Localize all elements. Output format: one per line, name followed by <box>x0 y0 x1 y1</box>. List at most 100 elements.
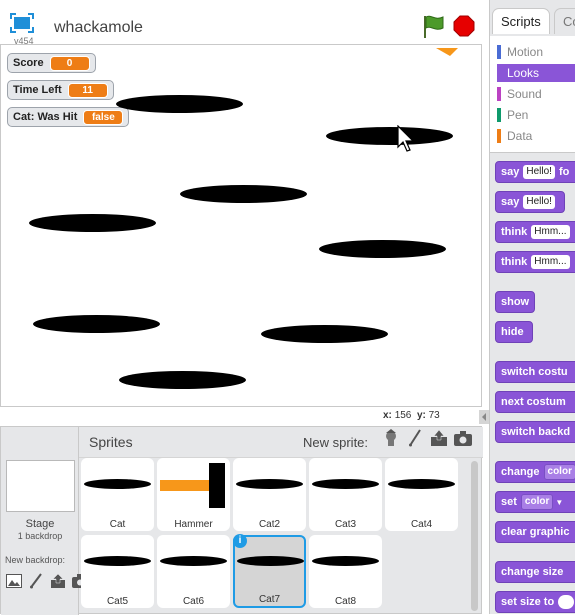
mole-hole-sprite[interactable] <box>29 214 156 232</box>
mouse-pointer-icon <box>397 124 415 156</box>
green-flag-icon[interactable] <box>421 14 445 40</box>
mole-hole-sprite[interactable] <box>116 95 243 113</box>
sprites-header: Sprites New sprite: <box>79 427 483 458</box>
sprite-thumbnail <box>160 556 227 566</box>
block-switch-costume[interactable]: switch costu <box>495 361 575 383</box>
block-set-size[interactable]: set size to <box>495 591 575 613</box>
info-icon[interactable]: i <box>233 534 247 548</box>
sprite-tile-cat2[interactable]: Cat2 <box>233 458 306 531</box>
effect-dropdown[interactable]: color <box>520 494 554 510</box>
stage-thumbnail[interactable] <box>6 460 75 512</box>
block-next-costume[interactable]: next costum <box>495 391 575 413</box>
block-label: fo <box>558 166 570 178</box>
upload-icon[interactable] <box>49 572 67 590</box>
scrollbar-thumb[interactable] <box>471 461 478 611</box>
block-label: clear graphic <box>501 526 570 538</box>
block-say-for-secs[interactable]: say Hello! fo <box>495 161 575 183</box>
new-backdrop-label: New backdrop: <box>5 555 66 565</box>
sprite-name: Cat2 <box>258 519 281 530</box>
block-categories: Motion Looks Sound Pen Data <box>490 36 575 153</box>
block-switch-backdrop[interactable]: switch backd <box>495 421 575 443</box>
mouse-coordinates: x: 156 y: 73 <box>383 410 440 421</box>
chevron-down-icon[interactable]: ▼ <box>555 498 563 507</box>
category-label: Data <box>507 129 533 143</box>
upload-icon[interactable] <box>430 429 448 447</box>
backdrop-count: 1 backdrop <box>17 531 63 541</box>
hammer-sprite-edge[interactable] <box>436 45 458 61</box>
tab-scripts[interactable]: Scripts <box>492 8 550 34</box>
time-left-monitor: Time Left 11 <box>7 80 114 100</box>
block-say[interactable]: say Hello! <box>495 191 565 213</box>
mole-hole-sprite[interactable] <box>119 371 246 389</box>
was-hit-monitor: Cat: Was Hit false <box>7 107 130 127</box>
block-label: next costum <box>501 396 566 408</box>
category-label: Looks <box>507 66 540 80</box>
block-set-effect[interactable]: set color ▼ <box>495 491 575 513</box>
image-library-icon[interactable] <box>5 572 23 590</box>
camera-icon[interactable] <box>454 429 472 447</box>
tab-costumes[interactable]: Co <box>554 8 575 34</box>
mole-hole-sprite[interactable] <box>319 240 446 258</box>
category-color-bar <box>497 87 501 101</box>
category-looks[interactable]: Looks <box>497 64 575 82</box>
sprite-name: Cat7 <box>258 594 281 605</box>
block-think[interactable]: think Hmm... <box>495 251 575 273</box>
block-think-for-secs[interactable]: think Hmm... <box>495 221 575 243</box>
category-pen[interactable]: Pen <box>497 106 575 124</box>
block-hide[interactable]: hide <box>495 321 533 343</box>
mole-hole-sprite[interactable] <box>180 185 307 203</box>
sprite-tile-cat8[interactable]: Cat8 <box>309 535 382 608</box>
block-change-size[interactable]: change size <box>495 561 575 583</box>
sprite-thumbnail <box>84 479 151 489</box>
block-label: change size <box>501 566 564 578</box>
mole-hole-sprite[interactable] <box>33 315 160 333</box>
block-input[interactable]: Hmm... <box>531 225 570 239</box>
effect-dropdown[interactable]: color <box>543 464 575 480</box>
block-label: switch backd <box>501 426 571 438</box>
sprite-thumbnail <box>312 556 379 566</box>
stop-icon[interactable] <box>453 15 475 37</box>
block-change-effect[interactable]: change color <box>495 461 575 483</box>
block-input[interactable] <box>558 595 575 609</box>
y-label: y: <box>416 410 426 421</box>
fullscreen-icon[interactable] <box>10 13 34 33</box>
block-label: say <box>501 196 520 208</box>
block-label: say <box>501 166 520 178</box>
category-data[interactable]: Data <box>497 127 575 145</box>
sprite-tile-cat[interactable]: Cat <box>81 458 154 531</box>
block-input[interactable]: Hmm... <box>531 255 570 269</box>
category-sound[interactable]: Sound <box>497 85 575 103</box>
stage-header: v454 whackamole <box>0 0 483 46</box>
category-color-bar <box>497 45 501 59</box>
sprite-thumbnail <box>237 556 304 566</box>
category-label: Pen <box>507 108 529 122</box>
category-color-bar <box>497 108 501 122</box>
paintbrush-icon[interactable] <box>27 572 45 590</box>
block-input[interactable]: Hello! <box>523 165 555 179</box>
block-label: show <box>501 296 530 308</box>
sprite-library-icon[interactable] <box>382 429 400 447</box>
monitor-value: 11 <box>67 82 108 98</box>
score-monitor: Score 0 <box>7 53 96 73</box>
sprite-tile-cat4[interactable]: Cat4 <box>385 458 458 531</box>
new-sprite-tools <box>382 429 472 447</box>
category-color-bar <box>497 129 501 143</box>
category-color-bar <box>497 66 501 80</box>
project-title[interactable]: whackamole <box>54 19 143 37</box>
block-clear-graphic-effects[interactable]: clear graphic <box>495 521 575 543</box>
sprite-tile-hammer[interactable]: Hammer <box>157 458 230 531</box>
paintbrush-icon[interactable] <box>406 429 424 447</box>
block-input[interactable]: Hello! <box>523 195 555 209</box>
stage[interactable]: Score 0 Time Left 11 Cat: Was Hit false <box>0 44 482 407</box>
sprite-tile-cat5[interactable]: Cat5 <box>81 535 154 608</box>
category-motion[interactable]: Motion <box>497 43 575 61</box>
mole-hole-sprite[interactable] <box>326 127 453 145</box>
sprite-tile-cat3[interactable]: Cat3 <box>309 458 382 531</box>
mole-hole-sprite[interactable] <box>261 325 388 343</box>
sprite-tile-cat6[interactable]: Cat6 <box>157 535 230 608</box>
monitor-label: Cat: Was Hit <box>13 111 78 123</box>
collapse-arrow-icon[interactable] <box>479 410 489 424</box>
sprite-thumbnail <box>312 479 379 489</box>
sprite-thumbnail <box>236 479 303 489</box>
block-show[interactable]: show <box>495 291 535 313</box>
